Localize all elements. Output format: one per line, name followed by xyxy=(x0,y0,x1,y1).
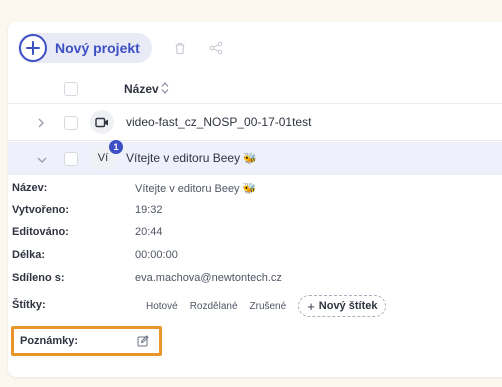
plus-icon xyxy=(19,34,47,62)
share-icon[interactable] xyxy=(208,40,224,56)
tag-done[interactable]: Hotové xyxy=(146,301,178,312)
edited-label: Editováno: xyxy=(12,226,69,238)
new-tag-button[interactable]: + Nový štítek xyxy=(298,295,387,317)
notes-label: Poznámky: xyxy=(20,335,79,347)
length-value: 00:00:00 xyxy=(135,249,178,261)
name-label: Název: xyxy=(12,182,48,194)
project-panel xyxy=(8,22,502,377)
table-row-selected[interactable]: Ví 1 Vítejte v editoru Beey 🐝 xyxy=(8,140,502,175)
tag-list: Hotové Rozdělané Zrušené + Nový štítek xyxy=(146,295,387,317)
name-value: Vítejte v editoru Beey 🐝 xyxy=(135,182,256,195)
project-title[interactable]: Vítejte v editoru Beey 🐝 xyxy=(126,151,257,165)
edit-icon[interactable] xyxy=(137,334,149,352)
new-tag-label: Nový štítek xyxy=(318,300,378,312)
created-value: 19:32 xyxy=(135,204,163,216)
table-row[interactable]: video-fast_cz_NOSP_00-17-01test xyxy=(8,106,502,139)
shared-label: Sdíleno s: xyxy=(12,272,65,284)
bee-icon: 🐝 xyxy=(243,153,258,165)
chevron-down-icon[interactable] xyxy=(36,152,48,170)
notes-highlight: Poznámky: xyxy=(11,326,162,356)
project-title[interactable]: video-fast_cz_NOSP_00-17-01test xyxy=(126,115,311,129)
row-checkbox[interactable] xyxy=(64,116,78,130)
table-header: Název xyxy=(8,78,502,100)
new-project-button[interactable]: Nový projekt xyxy=(18,33,152,63)
edited-value: 20:44 xyxy=(135,226,163,238)
toolbar: Nový projekt xyxy=(18,33,224,63)
created-label: Vytvořeno: xyxy=(12,204,70,216)
select-all-checkbox[interactable] xyxy=(64,82,78,96)
shared-value: eva.machova@newtontech.cz xyxy=(135,272,282,284)
new-project-label: Nový projekt xyxy=(55,40,140,56)
column-name-header[interactable]: Název xyxy=(124,82,159,96)
row-checkbox[interactable] xyxy=(64,152,78,166)
name-value-text: Vítejte v editoru Beey xyxy=(135,183,240,195)
trash-icon[interactable] xyxy=(172,40,188,56)
notification-badge: 1 xyxy=(109,140,123,154)
bee-icon: 🐝 xyxy=(242,183,257,195)
sort-icon[interactable] xyxy=(161,81,169,100)
divider xyxy=(8,140,502,141)
plus-icon: + xyxy=(307,298,315,314)
video-camera-icon xyxy=(90,110,114,134)
tags-label: Štítky: xyxy=(12,299,46,311)
divider xyxy=(8,103,502,104)
chevron-right-icon[interactable] xyxy=(36,116,46,134)
length-label: Délka: xyxy=(12,249,46,261)
tag-cancelled[interactable]: Zrušené xyxy=(250,301,287,312)
project-title-text: Vítejte v editoru Beey xyxy=(126,151,241,165)
tag-in-progress[interactable]: Rozdělané xyxy=(190,301,238,312)
